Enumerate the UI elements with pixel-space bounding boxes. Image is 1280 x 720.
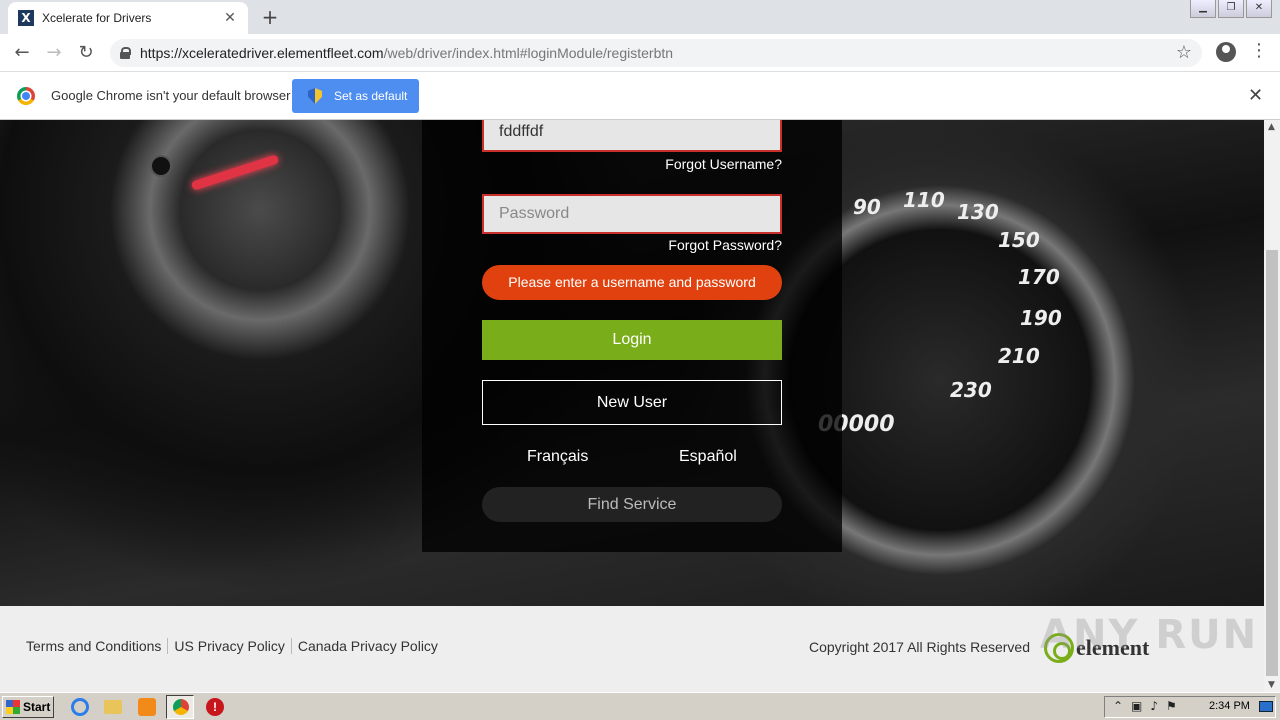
address-bar[interactable]: https://xceleratedriver.elementfleet.com…: [110, 39, 1202, 67]
page-scrollbar[interactable]: ▲ ▼: [1264, 120, 1280, 692]
scroll-down-icon[interactable]: ▼: [1268, 680, 1275, 690]
back-icon[interactable]: ←: [10, 41, 34, 65]
lock-icon[interactable]: [120, 47, 131, 59]
minimize-icon[interactable]: ▁: [1190, 0, 1216, 18]
terms-link[interactable]: Terms and Conditions: [26, 638, 167, 654]
taskbar-clock[interactable]: 2:34 PM: [1209, 700, 1250, 712]
gauge-number: 90: [853, 195, 881, 219]
chrome-logo-icon: [17, 87, 35, 105]
window-close-icon[interactable]: ✕: [1246, 0, 1272, 18]
start-button[interactable]: Start: [2, 696, 54, 718]
tray-icons[interactable]: ⌃▣♪⚑: [1113, 699, 1185, 713]
tab-close-icon[interactable]: ✕: [222, 10, 238, 26]
chrome-taskbar-icon: [173, 699, 189, 715]
set-default-button[interactable]: Set as default: [292, 79, 419, 113]
default-browser-infobar: Google Chrome isn't your default browser…: [0, 72, 1280, 120]
canada-privacy-link[interactable]: Canada Privacy Policy: [290, 638, 444, 654]
scroll-up-icon[interactable]: ▲: [1268, 122, 1275, 132]
lang-french-link[interactable]: Français: [527, 448, 588, 466]
new-user-button[interactable]: New User: [482, 380, 782, 425]
login-panel: fddffdf Forgot Username? Password Forgot…: [422, 120, 842, 552]
account-icon[interactable]: [1216, 42, 1236, 62]
password-input[interactable]: Password: [482, 194, 782, 234]
anyrun-watermark: ANY RUN: [1040, 612, 1259, 658]
system-tray: ⌃▣♪⚑ 2:34 PM: [1104, 696, 1276, 718]
reload-icon[interactable]: ↻: [74, 41, 98, 65]
username-input[interactable]: fddffdf: [482, 120, 782, 152]
browser-tab[interactable]: X Xcelerate for Drivers ✕: [8, 2, 248, 34]
menu-dots-icon[interactable]: ⋮: [1250, 40, 1268, 61]
bookmark-star-icon[interactable]: ☆: [1176, 42, 1192, 63]
lang-spanish-link[interactable]: Español: [679, 448, 737, 466]
gauge-needle: [190, 154, 280, 191]
gauge-number: 110: [903, 188, 945, 212]
folder-icon[interactable]: [104, 700, 122, 714]
infobar-message: Google Chrome isn't your default browser: [51, 88, 291, 103]
forgot-password-link[interactable]: Forgot Password?: [668, 237, 782, 253]
tab-strip: X Xcelerate for Drivers ✕ + ▁ ❐ ✕: [0, 0, 1280, 34]
uac-shield-icon: [308, 88, 322, 104]
show-desktop-icon[interactable]: [1259, 701, 1273, 712]
gauge-number: 210: [998, 344, 1040, 368]
url-text: https://xceleratedriver.elementfleet.com…: [140, 45, 673, 61]
stop-icon[interactable]: !: [206, 698, 224, 716]
footer-links: Terms and Conditions US Privacy Policy C…: [26, 638, 444, 654]
restore-icon[interactable]: ❐: [1218, 0, 1244, 18]
new-tab-icon[interactable]: +: [258, 6, 282, 30]
gauge-number: 130: [957, 200, 999, 224]
infobar-close-icon[interactable]: ✕: [1248, 85, 1263, 106]
internet-explorer-icon[interactable]: [71, 698, 89, 716]
forward-icon[interactable]: →: [42, 41, 66, 65]
forgot-username-link[interactable]: Forgot Username?: [665, 156, 782, 172]
gauge-number: 190: [1020, 306, 1062, 330]
tab-title: Xcelerate for Drivers: [42, 11, 152, 25]
xcelerate-favicon-icon: X: [18, 10, 34, 26]
us-privacy-link[interactable]: US Privacy Policy: [167, 638, 290, 654]
find-service-button[interactable]: Find Service: [482, 487, 782, 522]
page-content: 90 110 130 150 170 190 210 230 00000 fdd…: [0, 120, 1264, 692]
gauge-number: 230: [950, 378, 992, 402]
url-host: https://xceleratedriver.elementfleet.com: [140, 45, 384, 61]
gauge-number: 150: [998, 228, 1040, 252]
error-message: Please enter a username and password: [482, 265, 782, 300]
copyright-text: Copyright 2017 All Rights Reserved: [809, 639, 1031, 655]
scroll-thumb[interactable]: [1266, 250, 1278, 676]
start-label: Start: [23, 700, 51, 714]
url-path: /web/driver/index.html#loginModule/regis…: [383, 45, 674, 61]
chrome-taskbar-button[interactable]: [166, 695, 194, 719]
gauge-number: 170: [1018, 265, 1060, 289]
window-controls: ▁ ❐ ✕: [1188, 0, 1272, 18]
media-player-icon[interactable]: [138, 698, 156, 716]
browser-toolbar: ← → ↻ https://xceleratedriver.elementfle…: [0, 34, 1280, 72]
windows-flag-icon: [6, 700, 20, 714]
login-button[interactable]: Login: [482, 320, 782, 360]
windows-taskbar: Start ! ⌃▣♪⚑ 2:34 PM: [0, 692, 1280, 720]
set-default-label: Set as default: [334, 89, 408, 103]
gauge-hub: [150, 155, 172, 177]
